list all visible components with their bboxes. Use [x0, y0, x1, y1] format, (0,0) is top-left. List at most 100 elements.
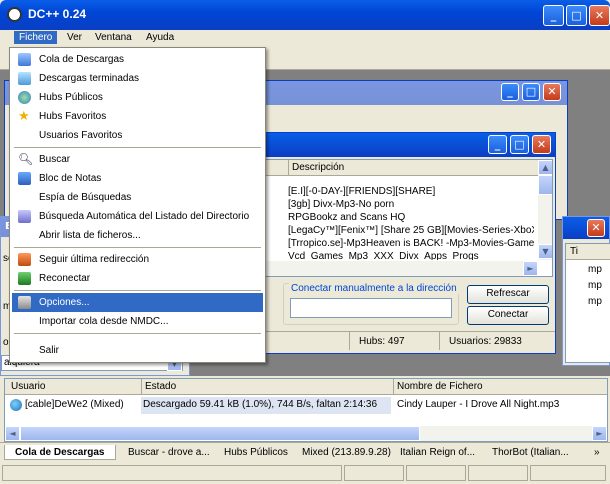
column-descripcion[interactable]: Descripción — [292, 160, 344, 175]
transfers-hscroll[interactable]: ◄ ► — [5, 426, 607, 441]
menu-separator — [14, 333, 261, 334]
hub-row[interactable]: [Trropico.se]-Mp3Heaven is BACK! -Mp3-Mo… — [288, 238, 534, 249]
hubs-header: Descripción — [244, 160, 538, 176]
tab-hubs-publicos[interactable]: Hubs Públicos — [218, 445, 292, 460]
menu-item-usuarios-favoritos[interactable]: Usuarios Favoritos — [12, 126, 263, 145]
star-icon: ★ — [18, 108, 30, 123]
hubs-vscroll[interactable]: ▲ ▼ — [538, 160, 552, 260]
menu-ayuda[interactable]: Ayuda — [141, 31, 179, 44]
tab-buscar[interactable]: Buscar - drove a... — [122, 445, 214, 460]
app-icon[interactable] — [7, 7, 22, 22]
main-title-bar: DC++ 0.24 _ □ ✕ — [0, 0, 610, 30]
queue-icon — [18, 53, 31, 66]
transfers-list: Usuario Estado Nombre de Fichero [cable]… — [4, 378, 608, 442]
scroll-left-icon[interactable]: ◄ — [5, 426, 20, 441]
minimize-button[interactable]: _ — [543, 5, 564, 26]
user-icon — [10, 399, 22, 411]
hubs-count: Hubs: 497 — [359, 336, 405, 347]
column-estado[interactable]: Estado — [145, 379, 176, 394]
search-minimize-button[interactable]: _ — [501, 83, 519, 101]
scroll-down-icon[interactable]: ▼ — [538, 244, 552, 259]
menu-item-opciones[interactable]: Opciones... — [12, 293, 263, 312]
refresh-button[interactable]: Refrescar — [467, 285, 549, 304]
transfer-status: Descargado 59.41 kB (1.0%), 744 B/s, fal… — [143, 399, 378, 410]
hub-row[interactable]: [3gb] Divx-Mp3-No porn — [288, 199, 534, 210]
reconnect-icon — [18, 272, 31, 285]
menu-item-reconectar[interactable]: Reconectar — [12, 269, 263, 288]
menu-item-abrir-lista[interactable]: Abrir lista de ficheros... — [12, 226, 263, 245]
right-row: mp — [588, 280, 602, 291]
public-hubs-title-bar: _ □ ✕ — [241, 133, 555, 157]
menu-item-importar-cola[interactable]: Importar cola desde NMDC... — [12, 312, 263, 331]
right-window-title: ✕ — [563, 217, 609, 239]
menu-item-cola-descargas[interactable]: Cola de Descargas — [12, 50, 263, 69]
globe-icon — [18, 91, 31, 104]
search-maximize-button[interactable]: □ — [522, 83, 540, 101]
search-icon: 🔍︎ — [18, 152, 34, 166]
users-count: Usuarios: 29833 — [449, 336, 522, 347]
transfer-file: Cindy Lauper - I Drove All Night.mp3 — [397, 399, 560, 410]
manual-connect-input[interactable] — [290, 298, 452, 318]
menu-item-hubs-favoritos[interactable]: ★ Hubs Favoritos — [12, 107, 263, 126]
menu-item-hubs-publicos[interactable]: Hubs Públicos — [12, 88, 263, 107]
status-pane — [530, 465, 606, 481]
maximize-button[interactable]: □ — [566, 5, 587, 26]
menu-separator — [14, 147, 261, 148]
transfer-user: [cable]DeWe2 (Mixed) — [25, 399, 124, 410]
window-tabs-bar: Cola de Descargas Buscar - drove a... Hu… — [0, 442, 610, 462]
manual-connect-label: Conectar manualmente a la dirección — [289, 283, 459, 294]
menu-item-salir[interactable]: Salir — [12, 341, 263, 360]
menu-ventana[interactable]: Ventana — [90, 31, 137, 44]
right-column-header[interactable]: Ti — [566, 244, 610, 260]
menu-item-bloc-notas[interactable]: Bloc de Notas — [12, 169, 263, 188]
menu-item-descargas-terminadas[interactable]: Descargas terminadas — [12, 69, 263, 88]
right-row: mp — [588, 264, 602, 275]
menu-fichero[interactable]: Fichero — [14, 31, 58, 44]
tab-mixed[interactable]: Mixed (213.89.9.28) — [296, 445, 392, 460]
menu-ver[interactable]: Ver — [62, 31, 87, 44]
hubs-maximize-button[interactable]: □ — [510, 135, 529, 154]
hub-row[interactable]: RPGBookz and Scans HQ — [288, 212, 534, 223]
hub-row[interactable]: Vcd_Games_Mp3_XXX_Divx_Apps_Progs — [288, 251, 534, 260]
search-close-button[interactable]: ✕ — [543, 83, 561, 101]
tab-italian-reign[interactable]: Italian Reign of... — [394, 445, 482, 460]
right-list: Ti mp mp mp — [565, 243, 610, 363]
connect-button[interactable]: Conectar — [467, 306, 549, 325]
right-window: ✕ Ti mp mp mp — [562, 216, 610, 366]
tabs-overflow-button[interactable]: » — [594, 445, 600, 460]
scroll-right-icon[interactable]: ► — [523, 261, 538, 276]
hubs-minimize-button[interactable]: _ — [488, 135, 507, 154]
hubs-hscroll[interactable]: ► — [244, 261, 538, 276]
fichero-menu: Cola de Descargas Descargas terminadas H… — [9, 47, 266, 363]
hub-row[interactable]: [LegaCy™][Fenix™] [Share 25 GB][Movies-S… — [288, 225, 534, 236]
hubs-close-button[interactable]: ✕ — [532, 135, 551, 154]
left-fragment-o: o — [3, 337, 9, 348]
hubs-status-bar: Hubs: 497 Usuarios: 29833 — [241, 331, 555, 351]
scroll-right-icon[interactable]: ► — [592, 426, 607, 441]
hscroll-thumb[interactable] — [20, 426, 420, 441]
status-pane — [2, 465, 342, 481]
close-button[interactable]: ✕ — [589, 5, 610, 26]
scroll-up-icon[interactable]: ▲ — [538, 160, 552, 175]
hub-row[interactable]: [E.I][-0-DAY-][FRIENDS][SHARE] — [288, 186, 534, 197]
right-close-button[interactable]: ✕ — [587, 219, 605, 237]
menu-separator — [14, 290, 261, 291]
transfers-header: Usuario Estado Nombre de Fichero — [5, 379, 607, 395]
right-row: mp — [588, 296, 602, 307]
menu-item-seguir-redireccion[interactable]: Seguir última redirección — [12, 250, 263, 269]
status-pane — [406, 465, 466, 481]
column-usuario[interactable]: Usuario — [11, 379, 45, 394]
tab-thorbot[interactable]: ThorBot (Italian... — [486, 445, 574, 460]
app-title: DC++ 0.24 — [28, 7, 87, 21]
tab-cola-descargas[interactable]: Cola de Descargas — [4, 445, 116, 460]
manual-connect-group: Conectar manualmente a la dirección — [283, 283, 459, 325]
options-icon — [18, 296, 31, 309]
transfer-row[interactable]: [cable]DeWe2 (Mixed) Descargado 59.41 kB… — [5, 397, 607, 414]
menu-item-busqueda-automatica[interactable]: Búsqueda Automática del Listado del Dire… — [12, 207, 263, 226]
hubs-list: Descripción [E.I][-0-DAY-][FRIENDS][SHAR… — [243, 159, 553, 277]
notepad-icon — [18, 172, 31, 185]
menu-item-buscar[interactable]: 🔍︎ Buscar — [12, 150, 263, 169]
menu-item-espia-busquedas[interactable]: Espía de Búsquedas — [12, 188, 263, 207]
scroll-thumb[interactable] — [538, 175, 552, 195]
column-nombre-fichero[interactable]: Nombre de Fichero — [397, 379, 483, 394]
